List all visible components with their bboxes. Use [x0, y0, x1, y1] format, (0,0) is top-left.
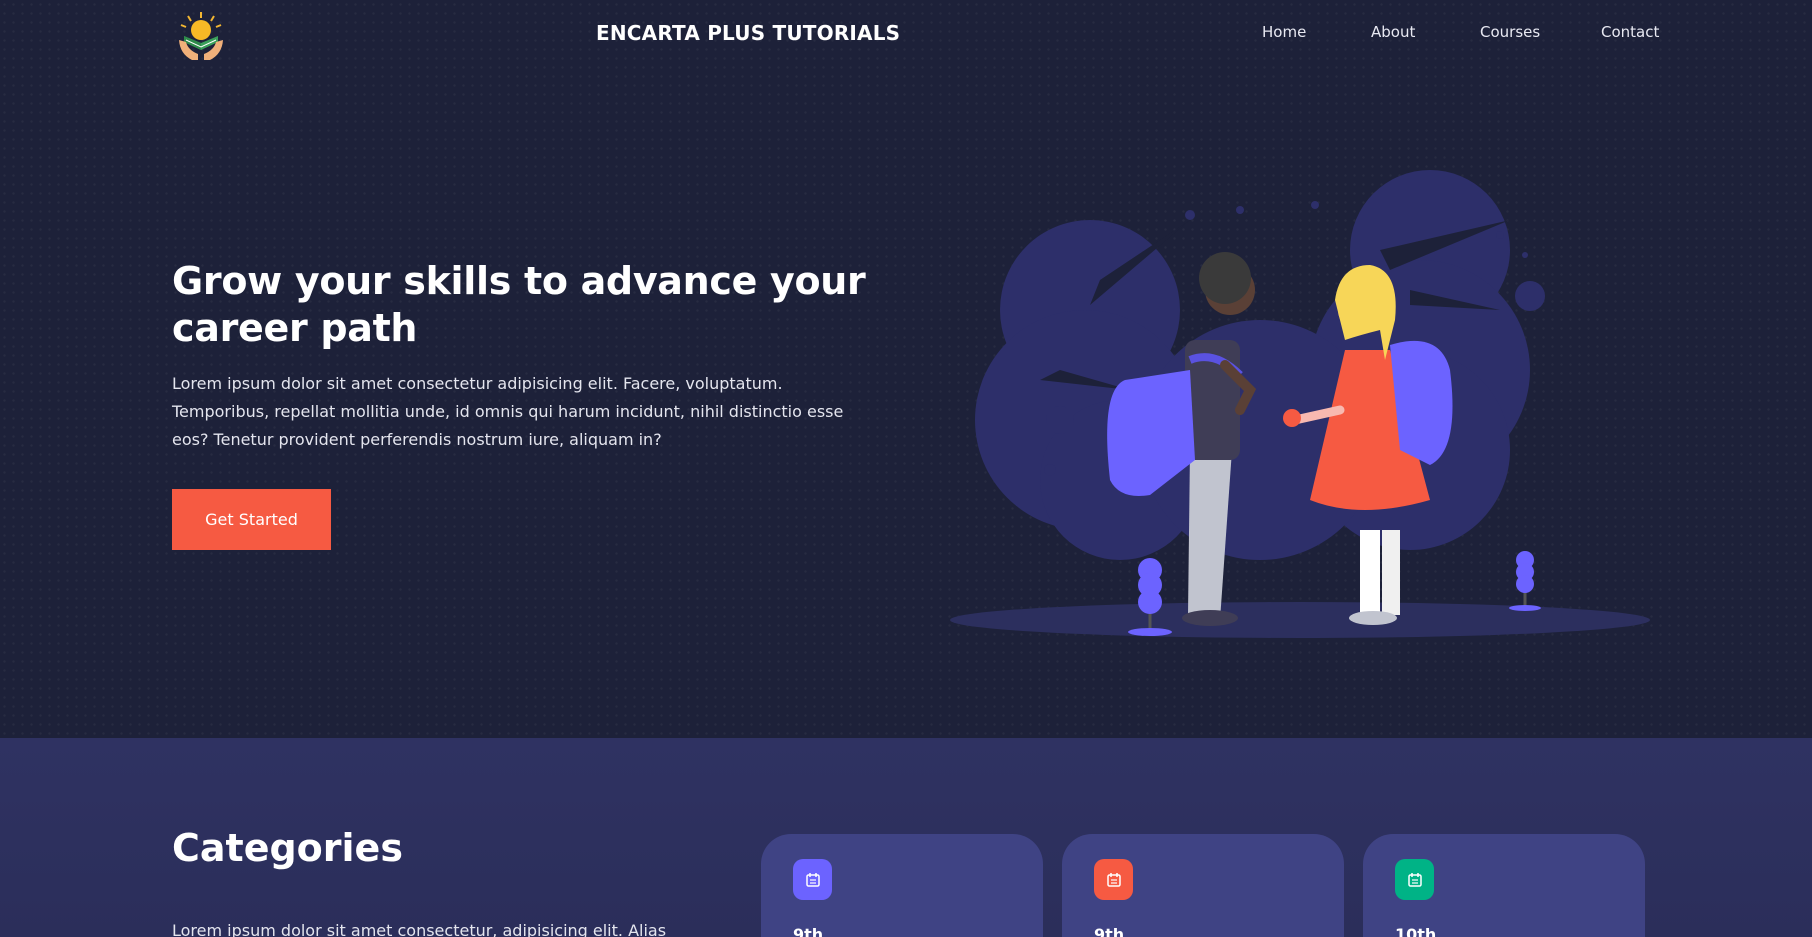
students-illustration	[940, 160, 1660, 650]
hero-description: Lorem ipsum dolor sit amet consectetur a…	[172, 374, 844, 449]
site-title[interactable]: ENCARTA PLUS TUTORIALS	[596, 21, 900, 45]
nav-courses-link[interactable]: Courses	[1480, 23, 1540, 41]
logo-icon[interactable]	[176, 10, 226, 62]
category-card-9th[interactable]: 9th	[761, 834, 1043, 937]
hero-title-line2: career path	[172, 306, 418, 350]
hero-title-line1: Grow your skills to advance your	[172, 259, 866, 303]
categories-description: Lorem ipsum dolor sit amet consectetur, …	[172, 921, 667, 937]
category-card-label: 10th	[1395, 925, 1437, 937]
nav-home-link[interactable]: Home	[1262, 23, 1306, 41]
category-card-9th-alt[interactable]: 9th	[1062, 834, 1344, 937]
calendar-icon	[1094, 859, 1133, 900]
get-started-button[interactable]: Get Started	[172, 489, 331, 550]
category-card-10th[interactable]: 10th	[1363, 834, 1645, 937]
top-nav: ENCARTA PLUS TUTORIALS Home About Course…	[0, 0, 1812, 68]
hero-title: Grow your skills to advance your career …	[172, 258, 892, 352]
nav-about-link[interactable]: About	[1371, 23, 1415, 41]
calendar-icon	[793, 859, 832, 900]
calendar-icon	[1395, 859, 1434, 900]
category-card-label: 9th	[1094, 925, 1125, 937]
categories-title: Categories	[172, 826, 403, 870]
category-card-label: 9th	[793, 925, 824, 937]
nav-contact-link[interactable]: Contact	[1601, 23, 1659, 41]
